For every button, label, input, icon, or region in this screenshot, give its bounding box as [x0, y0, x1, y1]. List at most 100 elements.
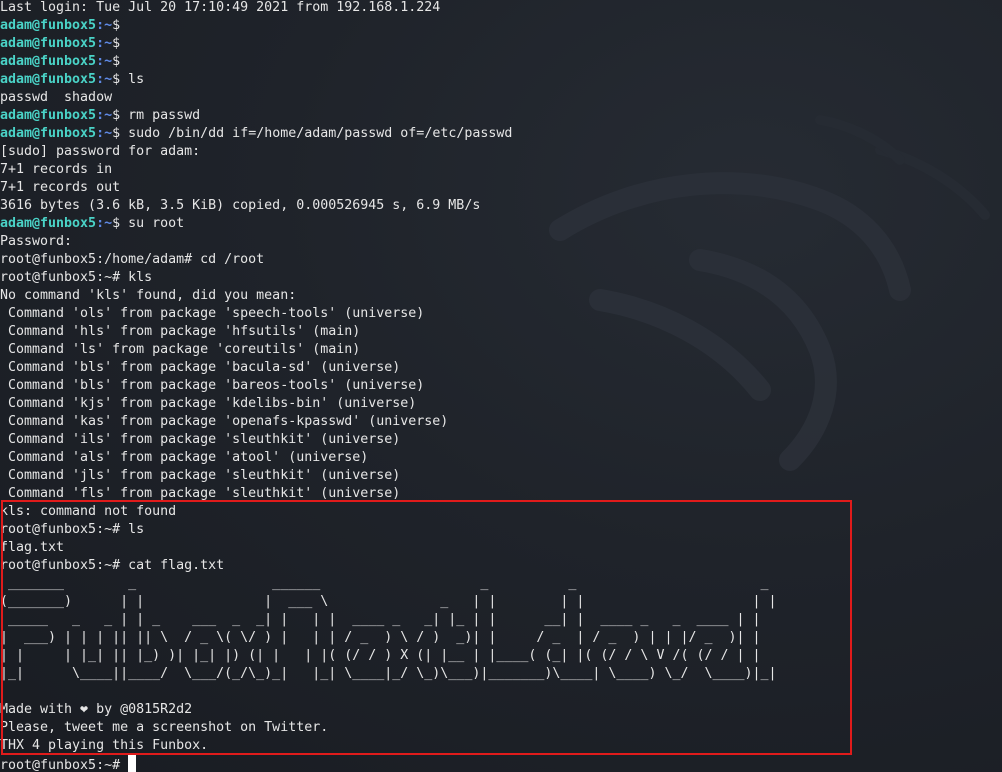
- prompt-path: :~: [96, 108, 113, 123]
- output-line: [sudo] password for adam:: [0, 143, 777, 161]
- output-line: Command 'hls' from package 'hfsutils' (m…: [0, 323, 777, 341]
- output-line: _____ _ _ | | _ ___ _ _| | | | ____ _ _|…: [0, 611, 777, 629]
- command-text: ls: [120, 72, 145, 87]
- output-line: Command 'fls' from package 'sleuthkit' (…: [0, 485, 777, 503]
- output-text: Last login: Tue Jul 20 17:10:49 2021 fro…: [0, 0, 441, 15]
- prompt-symbol: $: [112, 126, 121, 141]
- text-cursor[interactable]: [128, 755, 137, 772]
- prompt-symbol: $: [112, 216, 121, 231]
- output-line: root@funbox5:~# ls: [0, 521, 777, 539]
- output-line: 7+1 records out: [0, 179, 777, 197]
- output-text: 7+1 records in: [0, 162, 113, 177]
- root-prompt: root@funbox5:~#: [0, 758, 129, 772]
- command-text: sudo /bin/dd if=/home/adam/passwd of=/et…: [120, 126, 513, 141]
- prompt-line: adam@funbox5:~$ su root: [0, 215, 777, 233]
- prompt-line: adam@funbox5:~$ rm passwd: [0, 107, 777, 125]
- output-line: Password:: [0, 233, 777, 251]
- output-text: passwd shadow: [0, 90, 113, 105]
- terminal-window[interactable]: Last login: Tue Jul 20 17:10:49 2021 fro…: [0, 0, 1002, 772]
- output-line: root@funbox5:/home/adam# cd /root: [0, 251, 777, 269]
- prompt-path: :~: [96, 126, 113, 141]
- output-line: THX 4 playing this Funbox.: [0, 737, 777, 755]
- output-line: |_| \____||____/ \___/(_/\_)_| |_| \____…: [0, 665, 777, 683]
- prompt-user: adam@funbox5: [0, 54, 97, 69]
- output-text: flag.txt: [0, 540, 65, 555]
- output-line: Made with ❤ by @0815R2d2: [0, 701, 777, 719]
- output-line: root@funbox5:~# cat flag.txt: [0, 557, 777, 575]
- output-text: Command 'ils' from package 'sleuthkit' (…: [0, 432, 401, 447]
- output-text: Command 'ols' from package 'speech-tools…: [0, 306, 425, 321]
- prompt-path: :~: [96, 72, 113, 87]
- output-text: Command 'kas' from package 'openafs-kpas…: [0, 414, 449, 429]
- output-text: (_______) | | | ___ \ _ | | | | | |: [0, 594, 777, 609]
- output-line: Command 'kjs' from package 'kdelibs-bin'…: [0, 395, 777, 413]
- prompt-user: adam@funbox5: [0, 108, 97, 123]
- prompt-user: adam@funbox5: [0, 126, 97, 141]
- output-text: | | | |_| || |_) )| |_| |) (| | | |( (/ …: [0, 648, 761, 663]
- output-line: | | | |_| || |_) )| |_| |) (| | | |( (/ …: [0, 647, 777, 665]
- output-line: 3616 bytes (3.6 kB, 3.5 KiB) copied, 0.0…: [0, 197, 777, 215]
- prompt-symbol: $: [112, 54, 121, 69]
- prompt-user: adam@funbox5: [0, 72, 97, 87]
- output-text: 7+1 records out: [0, 180, 121, 195]
- prompt-symbol: $: [112, 36, 121, 51]
- active-prompt-line: root@funbox5:~#: [0, 755, 777, 772]
- output-line: kls: command not found: [0, 503, 777, 521]
- output-text: Command 'hls' from package 'hfsutils' (m…: [0, 324, 361, 339]
- output-line: Command 'ils' from package 'sleuthkit' (…: [0, 431, 777, 449]
- output-text: Command 'als' from package 'atool' (univ…: [0, 450, 369, 465]
- output-text: Command 'kjs' from package 'kdelibs-bin'…: [0, 396, 417, 411]
- output-line: Command 'kas' from package 'openafs-kpas…: [0, 413, 777, 431]
- output-text: Command 'fls' from package 'sleuthkit' (…: [0, 486, 401, 501]
- output-text: [sudo] password for adam:: [0, 144, 201, 159]
- output-text: Password:: [0, 234, 73, 249]
- prompt-user: adam@funbox5: [0, 216, 97, 231]
- terminal-output: Last login: Tue Jul 20 17:10:49 2021 fro…: [0, 0, 777, 772]
- prompt-line: adam@funbox5:~$: [0, 53, 777, 71]
- output-text: Please, tweet me a screenshot on Twitter…: [0, 720, 329, 735]
- output-text: Command 'bls' from package 'bacula-sd' (…: [0, 360, 401, 375]
- output-line: Command 'jls' from package 'sleuthkit' (…: [0, 467, 777, 485]
- prompt-symbol: $: [112, 108, 121, 123]
- output-text: THX 4 playing this Funbox.: [0, 738, 209, 753]
- output-text: kls: command not found: [0, 504, 177, 519]
- output-text: Command 'bls' from package 'bareos-tools…: [0, 378, 425, 393]
- output-line: _______ _ ______ _ _ _: [0, 575, 777, 593]
- output-text: | ___) | | | || || \ / _ \( \/ ) | | | /…: [0, 630, 761, 645]
- prompt-path: :~: [96, 216, 113, 231]
- output-text: _____ _ _ | | _ ___ _ _| | | | ____ _ _|…: [0, 612, 761, 627]
- output-text: root@funbox5:/home/adam# cd /root: [0, 252, 265, 267]
- output-text: root@funbox5:~# ls: [0, 522, 145, 537]
- output-line: passwd shadow: [0, 89, 777, 107]
- output-line: No command 'kls' found, did you mean:: [0, 287, 777, 305]
- output-text: 3616 bytes (3.6 kB, 3.5 KiB) copied, 0.0…: [0, 198, 481, 213]
- output-line: Please, tweet me a screenshot on Twitter…: [0, 719, 777, 737]
- output-line: (_______) | | | ___ \ _ | | | | | |: [0, 593, 777, 611]
- command-text: rm passwd: [120, 108, 201, 123]
- prompt-line: adam@funbox5:~$: [0, 35, 777, 53]
- output-text: Command 'jls' from package 'sleuthkit' (…: [0, 468, 401, 483]
- output-line: flag.txt: [0, 539, 777, 557]
- output-line: Command 'ols' from package 'speech-tools…: [0, 305, 777, 323]
- output-line: | ___) | | | || || \ / _ \( \/ ) | | | /…: [0, 629, 777, 647]
- prompt-line: adam@funbox5:~$: [0, 17, 777, 35]
- output-line: 7+1 records in: [0, 161, 777, 179]
- output-line: Last login: Tue Jul 20 17:10:49 2021 fro…: [0, 0, 777, 17]
- output-text: root@funbox5:~# kls: [0, 270, 153, 285]
- prompt-line: adam@funbox5:~$ sudo /bin/dd if=/home/ad…: [0, 125, 777, 143]
- prompt-path: :~: [96, 18, 113, 33]
- output-text: _______ _ ______ _ _ _: [0, 576, 777, 591]
- output-text: Made with ❤ by @0815R2d2: [0, 702, 193, 717]
- command-text: su root: [120, 216, 185, 231]
- output-text: Command 'ls' from package 'coreutils' (m…: [0, 342, 361, 357]
- output-text: root@funbox5:~# cat flag.txt: [0, 558, 225, 573]
- prompt-user: adam@funbox5: [0, 36, 97, 51]
- prompt-user: adam@funbox5: [0, 18, 97, 33]
- prompt-path: :~: [96, 54, 113, 69]
- output-line: root@funbox5:~# kls: [0, 269, 777, 287]
- output-text: No command 'kls' found, did you mean:: [0, 288, 297, 303]
- prompt-symbol: $: [112, 72, 121, 87]
- prompt-path: :~: [96, 36, 113, 51]
- output-line: Command 'ls' from package 'coreutils' (m…: [0, 341, 777, 359]
